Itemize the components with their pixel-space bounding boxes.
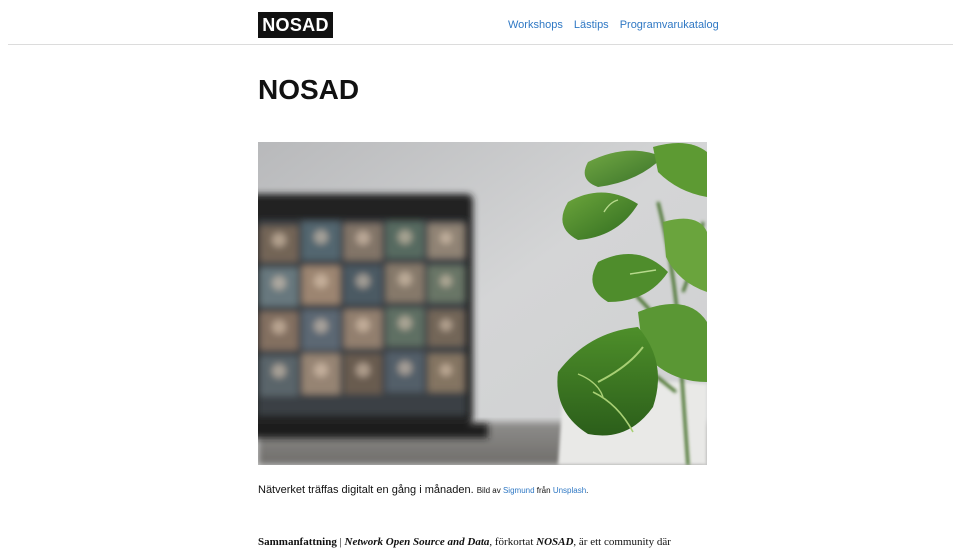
site-logo[interactable]: NOSAD <box>258 12 333 38</box>
summary-label: Sammanfattning <box>258 536 337 548</box>
credit-prefix: Bild av <box>476 486 501 495</box>
credit-middle: från <box>536 486 551 495</box>
hero-image <box>258 142 707 465</box>
main-nav: Workshops Lästips Programvarukatalog <box>508 18 719 32</box>
credit-suffix: . <box>586 486 589 495</box>
unsplash-link[interactable]: Unsplash <box>553 486 586 495</box>
summary-separator: | <box>339 536 342 548</box>
author-link[interactable]: Sigmund <box>503 486 535 495</box>
hero-photo-illustration <box>258 142 707 465</box>
page-title: NOSAD <box>258 74 360 105</box>
nosad-abbreviation: NOSAD <box>536 536 574 548</box>
nav-link-lastips[interactable]: Lästips <box>574 18 609 32</box>
caption-credit: Bild av Sigmund från Unsplash. <box>477 486 589 495</box>
summary-text-2: , är ett community där <box>573 536 671 548</box>
summary-text-1: , förkortat <box>489 536 537 548</box>
nav-link-programvarukatalog[interactable]: Programvarukatalog <box>620 18 719 32</box>
site-header: NOSAD Workshops Lästips Programvarukatal… <box>0 0 953 45</box>
network-name: Network Open Source and Data <box>344 536 490 548</box>
caption-text: Nätverket träffas digitalt en gång i mån… <box>258 484 474 496</box>
header-divider <box>8 44 953 45</box>
nav-link-workshops[interactable]: Workshops <box>508 18 563 32</box>
image-caption: Nätverket träffas digitalt en gång i mån… <box>258 483 588 498</box>
